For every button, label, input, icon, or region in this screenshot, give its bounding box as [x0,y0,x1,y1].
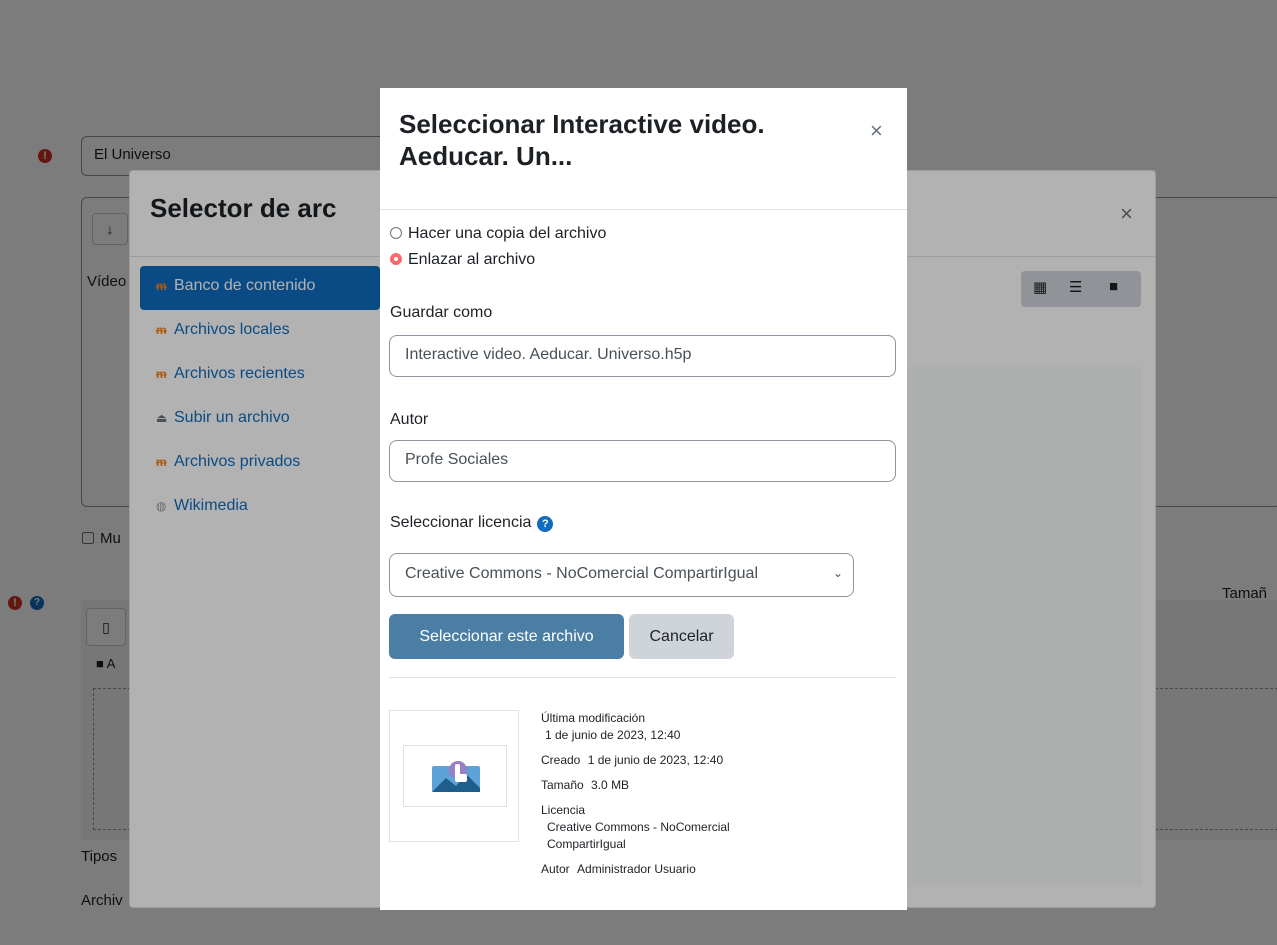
select-file-button[interactable]: Seleccionar este archivo [389,614,624,659]
chevron-down-icon: ⌄ [832,566,843,580]
radio-link-file[interactable]: Enlazar al archivo [390,251,535,269]
thumbnail-frame [403,745,507,807]
select-file-dialog: Seleccionar Interactive video. Aeducar. … [380,88,907,910]
close-icon[interactable]: × [870,118,883,144]
author-input[interactable]: Profe Sociales [389,440,896,482]
modified-value: 1 de junio de 2023, 12:40 [545,728,681,742]
select-file-header: Seleccionar Interactive video. Aeducar. … [380,88,907,210]
help-icon[interactable]: ? [537,516,554,532]
created-value: 1 de junio de 2023, 12:40 [587,753,724,767]
file-info: Última modificación 1 de junio de 2023, … [541,710,891,886]
license-label-row: Seleccionar licencia? [390,514,554,532]
radio-copy-file[interactable]: Hacer una copia del archivo [390,225,606,243]
author-info-value: Administrador Usuario [577,862,696,876]
size-label: Tamaño [541,778,584,792]
size-value: 3.0 MB [591,778,630,792]
author-info-label: Autor [541,862,570,876]
interactive-video-icon [432,761,480,792]
save-as-input[interactable]: Interactive video. Aeducar. Universo.h5p [389,335,896,377]
license-select[interactable]: Creative Commons - NoComercial Compartir… [389,553,854,597]
created-label: Creado [541,753,581,767]
save-as-label: Guardar como [390,304,493,321]
license-info-label: Licencia [541,803,586,817]
radio-button-checked[interactable] [390,253,402,265]
cancel-button[interactable]: Cancelar [629,614,734,659]
dialog-title: Seleccionar Interactive video. Aeducar. … [399,109,765,171]
radio-button[interactable] [390,227,402,239]
divider [389,677,896,678]
modified-label: Última modificación [541,711,646,725]
file-thumbnail [389,710,519,842]
license-info-value-2: CompartirIgual [547,837,626,851]
author-label: Autor [390,411,429,428]
license-label: Seleccionar licencia [390,514,532,531]
license-info-value-1: Creative Commons - NoComercial [547,820,730,834]
